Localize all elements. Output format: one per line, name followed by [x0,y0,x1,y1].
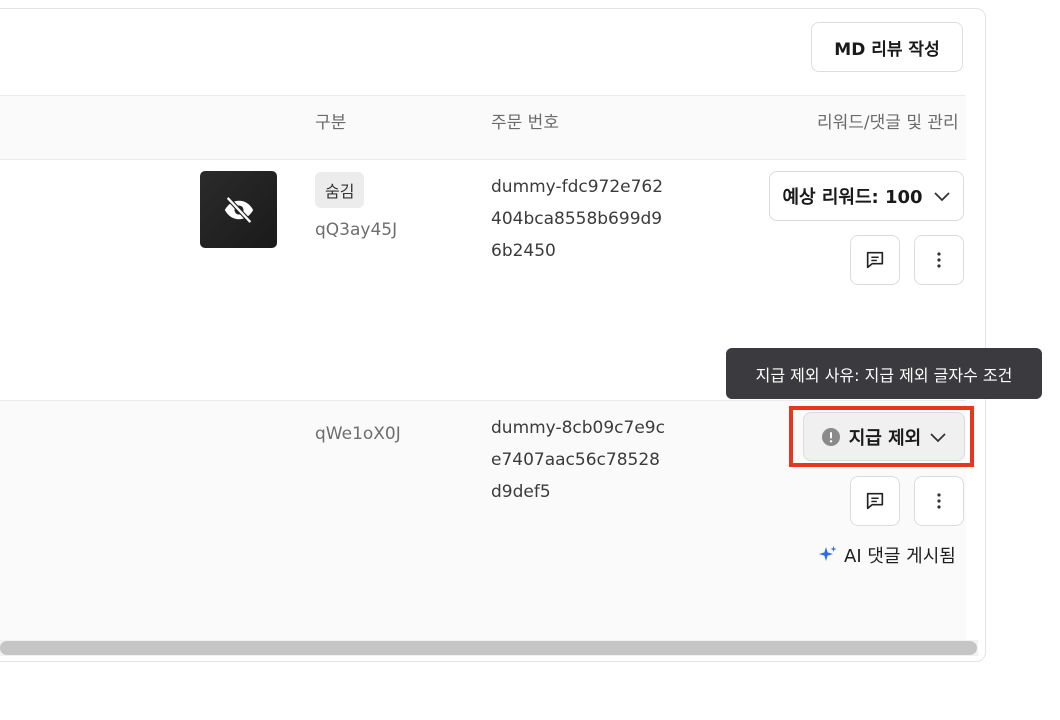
order-number-line: 6b2450 [491,241,556,261]
more-vertical-icon [937,493,941,509]
md-review-write-button[interactable]: MD 리뷰 작성 [811,22,963,72]
order-number: dummy-fdc972e762 404bca8558b699d9 6b2450 [491,171,663,267]
ai-sparkle-icon [819,546,837,561]
comment-button[interactable] [850,235,900,285]
column-header-reward-manage: 리워드/댓글 및 관리 [817,113,959,133]
order-number-line: d9def5 [491,482,551,502]
order-number: dummy-8cb09c7e9c e7407aac56c78528 d9def5 [491,412,665,508]
more-options-button[interactable] [914,476,964,526]
horizontal-scrollbar-thumb[interactable] [0,641,977,655]
eye-off-icon [224,195,253,224]
highlight-box [789,406,974,467]
order-number-line: e7407aac56c78528 [491,450,660,470]
expected-reward-label: 예상 리워드: 100 [782,187,923,208]
exclusion-reason-tooltip: 지급 제외 사유: 지급 제외 글자수 조건 [726,348,1042,399]
order-number-line: dummy-fdc972e762 [491,177,664,197]
ai-comment-posted-label: AI 댓글 게시됨 [844,546,956,567]
order-number-line: 404bca8558b699d9 [491,209,663,229]
column-header-type: 구분 [315,113,347,133]
ai-comment-posted-status: AI 댓글 게시됨 [818,542,956,568]
review-code: qWe1oX0J [315,424,401,444]
chevron-down-icon [933,192,950,202]
order-number-line: dummy-8cb09c7e9c [491,418,665,438]
more-vertical-icon [937,252,941,268]
status-badge-hidden: 숨김 [315,172,365,208]
review-thumbnail-hidden[interactable] [200,171,277,248]
review-code: qQ3ay45J [315,220,398,240]
expected-reward-select[interactable]: 예상 리워드: 100 [769,171,964,221]
column-header-order-number: 주문 번호 [491,113,559,133]
comment-icon [866,251,884,269]
more-options-button[interactable] [914,235,964,285]
comment-button[interactable] [850,476,900,526]
comment-icon [866,492,884,510]
